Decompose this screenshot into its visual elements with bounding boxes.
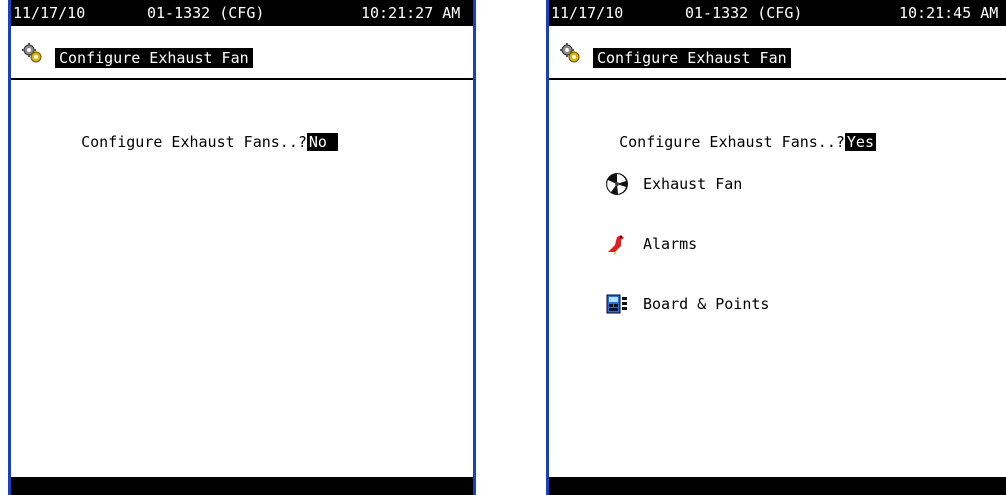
question-label: Configure Exhaust Fans..? — [619, 133, 845, 151]
page-title: Configure Exhaust Fan — [55, 48, 253, 68]
alarm-bird-icon — [608, 235, 624, 255]
menu-item-label: Exhaust Fan — [643, 175, 743, 193]
status-unit: 01-1332 (CFG) — [147, 4, 265, 22]
question-label: Configure Exhaust Fans..? — [81, 133, 307, 151]
status-date: 11/17/10 — [13, 4, 86, 22]
screen-right: 11/17/10 01-1332 (CFG) 10:21:45 AM Confi… — [546, 0, 1006, 495]
board-icon — [606, 294, 627, 314]
menu-item-label: Alarms — [643, 235, 698, 253]
configure-exhaust-fans-field[interactable]: Configure Exhaust Fans..? Yes — [583, 112, 876, 172]
status-date: 11/17/10 — [551, 4, 624, 22]
title-row: Configure Exhaust Fan — [11, 26, 473, 78]
menu-item-label: Board & Points — [643, 295, 770, 313]
status-unit: 01-1332 (CFG) — [685, 4, 803, 22]
question-value[interactable]: No — [306, 133, 338, 151]
divider — [11, 78, 473, 80]
title-row: Configure Exhaust Fan — [549, 26, 1006, 78]
question-value[interactable]: Yes — [844, 133, 876, 151]
page-title: Configure Exhaust Fan — [593, 48, 791, 68]
status-time: 10:21:27 AM — [361, 4, 461, 22]
configure-exhaust-fans-field[interactable]: Configure Exhaust Fans..? No — [45, 112, 338, 172]
footer-bar — [11, 477, 473, 495]
status-time: 10:21:45 AM — [899, 4, 999, 22]
gear-icon — [560, 43, 580, 63]
footer-bar — [549, 477, 1006, 495]
status-bar: 11/17/10 01-1332 (CFG) 10:21:27 AM — [11, 0, 473, 26]
fan-icon — [606, 173, 628, 195]
screen-left: 11/17/10 01-1332 (CFG) 10:21:27 AM Confi… — [8, 0, 476, 495]
divider — [549, 78, 1006, 80]
gear-icon — [22, 43, 42, 63]
status-bar: 11/17/10 01-1332 (CFG) 10:21:45 AM — [549, 0, 1006, 26]
